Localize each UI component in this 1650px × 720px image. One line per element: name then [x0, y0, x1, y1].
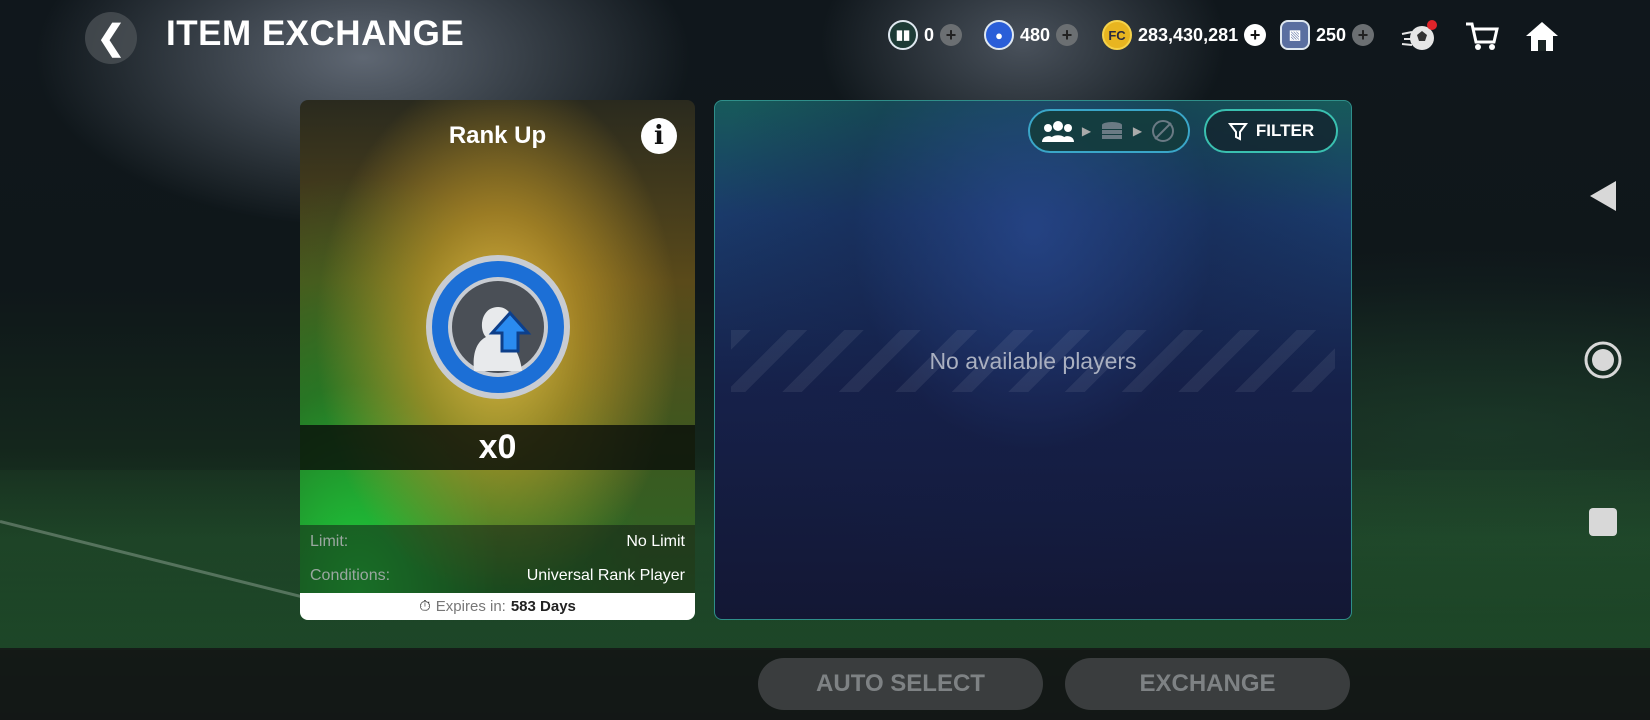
currency-fc-points: FC 283,430,281 + — [1102, 20, 1267, 50]
filter-button[interactable]: FILTER — [1204, 109, 1338, 153]
rank-up-badge-icon — [426, 255, 570, 399]
currency-value: 283,430,281 — [1138, 24, 1239, 45]
chevron-right-icon: ▶ — [1081, 124, 1092, 138]
stopwatch-icon: ⏱ — [419, 598, 431, 615]
card-token-icon: ▧ — [1280, 20, 1310, 50]
limit-row: Limit: No Limit — [310, 525, 685, 559]
chevron-right-icon: ▶ — [1132, 124, 1143, 138]
rank-up-item-card[interactable]: Rank Up i x0 Limit: No Limit Conditions:… — [300, 100, 695, 620]
currency-value: 480 — [1020, 24, 1051, 45]
fc-points-icon: FC — [1102, 20, 1132, 50]
add-card-token-button[interactable]: + — [1352, 24, 1375, 46]
nav-back-icon[interactable] — [1583, 176, 1623, 216]
page-title: ITEM EXCHANGE — [166, 14, 465, 53]
currency-value: 250 — [1316, 24, 1347, 45]
filter-funnel-icon — [1227, 123, 1248, 141]
card-details: Limit: No Limit Conditions: Universal Ra… — [300, 525, 695, 593]
disabled-ball-icon — [1152, 120, 1175, 142]
currency-player-token: ● 480 + — [984, 20, 1079, 50]
card-title: Rank Up — [448, 122, 547, 149]
expiry-bar: ⏱ Expires in: 583 Days — [300, 593, 695, 620]
home-icon[interactable] — [1522, 16, 1562, 56]
conditions-row: Conditions: Universal Rank Player — [310, 559, 685, 593]
coin-stack-icon — [1102, 122, 1122, 139]
player-token-icon: ● — [984, 20, 1014, 50]
conditions-value: Universal Rank Player — [526, 567, 685, 584]
back-button[interactable]: ❮ — [85, 12, 137, 64]
filter-label: FILTER — [1255, 121, 1315, 140]
currency-value: 0 — [924, 24, 935, 45]
nav-recents-icon[interactable] — [1583, 502, 1623, 542]
currency-card-token: ▧ 250 + — [1280, 20, 1375, 50]
add-fc-points-button[interactable]: + — [1244, 24, 1267, 46]
limit-value: No Limit — [626, 533, 685, 550]
add-player-token-button[interactable]: + — [1056, 24, 1079, 46]
ball-notification-icon[interactable] — [1398, 16, 1438, 56]
players-group-icon — [1041, 121, 1074, 142]
auto-select-button[interactable]: AUTO SELECT — [758, 658, 1043, 710]
add-shield-token-button[interactable]: + — [940, 24, 963, 46]
limit-label: Limit: — [310, 533, 349, 550]
conditions-label: Conditions: — [310, 567, 391, 584]
nav-home-icon[interactable] — [1583, 340, 1623, 380]
cart-icon[interactable] — [1462, 16, 1502, 56]
expires-value: 583 Days — [510, 598, 576, 615]
item-count: x0 — [300, 425, 695, 470]
step-indicator[interactable]: ▶ ▶ — [1028, 109, 1190, 153]
player-selection-panel: ▶ ▶ FILTER No available players — [714, 100, 1352, 620]
shield-token-icon: ▮▮ — [888, 20, 918, 50]
expires-label: Expires in: — [435, 598, 506, 615]
exchange-button[interactable]: EXCHANGE — [1065, 658, 1350, 710]
currency-shield-token: ▮▮ 0 + — [888, 20, 963, 50]
info-icon[interactable]: i — [641, 118, 677, 154]
empty-state: No available players — [731, 330, 1335, 392]
empty-state-text: No available players — [929, 347, 1137, 374]
chevron-left-icon: ❮ — [96, 19, 126, 57]
